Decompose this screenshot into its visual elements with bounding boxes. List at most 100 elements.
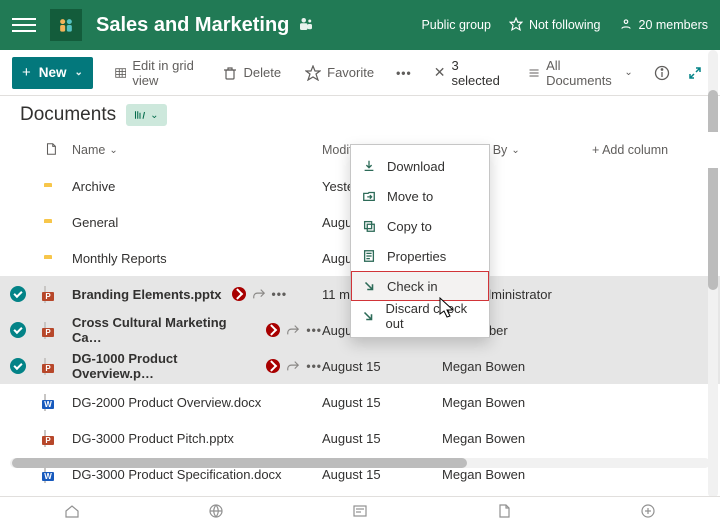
command-bar: + New ⌄ Edit in grid view Delete Favorit… bbox=[0, 50, 720, 96]
item-name[interactable]: Monthly Reports bbox=[72, 251, 167, 266]
files-tab[interactable] bbox=[496, 503, 512, 522]
file-icon bbox=[44, 142, 58, 156]
item-modified-by: Megan Bowen bbox=[442, 467, 592, 482]
menu-item-label: Properties bbox=[387, 249, 446, 264]
download-icon bbox=[361, 158, 377, 174]
name-column[interactable]: Name ⌄ bbox=[72, 143, 322, 157]
pptx-icon: P bbox=[44, 322, 46, 339]
clear-selection-icon[interactable]: ✕ bbox=[434, 64, 446, 81]
edit-grid-button[interactable]: Edit in grid view bbox=[105, 52, 208, 94]
item-modified-by: Megan Bowen bbox=[442, 395, 592, 410]
delete-button[interactable]: Delete bbox=[212, 59, 292, 87]
menu-item-properties[interactable]: Properties bbox=[351, 241, 489, 271]
public-group-label: Public group bbox=[421, 18, 491, 32]
expand-button[interactable] bbox=[681, 58, 708, 88]
checked-out-icon bbox=[266, 359, 280, 373]
site-logo[interactable] bbox=[50, 9, 82, 41]
item-name[interactable]: DG-3000 Product Specification.docx bbox=[72, 467, 282, 482]
people-icon bbox=[619, 17, 633, 34]
page-title: Documents bbox=[20, 104, 116, 126]
menu-item-label: Move to bbox=[387, 189, 433, 204]
home-icon bbox=[64, 503, 80, 519]
item-modified: August 15 bbox=[322, 395, 442, 410]
item-name[interactable]: General bbox=[72, 215, 118, 230]
menu-item-download[interactable]: Download bbox=[351, 151, 489, 181]
item-name[interactable]: DG-1000 Product Overview.p… bbox=[72, 351, 256, 381]
library-icon bbox=[134, 109, 146, 121]
news-tab[interactable] bbox=[352, 503, 368, 522]
list-icon bbox=[528, 66, 540, 80]
new-button[interactable]: + New ⌄ bbox=[12, 57, 93, 89]
check-icon[interactable] bbox=[10, 358, 26, 374]
properties-icon bbox=[361, 248, 377, 264]
expand-icon bbox=[687, 65, 703, 81]
list-item[interactable]: W DG-2000 Product Overview.docx August 1… bbox=[0, 384, 720, 420]
list-item[interactable]: P DG-3000 Product Pitch.pptx August 15 M… bbox=[0, 420, 720, 456]
item-name[interactable]: DG-3000 Product Pitch.pptx bbox=[72, 431, 234, 446]
share-icon[interactable] bbox=[252, 287, 266, 301]
follow-toggle[interactable]: Not following bbox=[509, 17, 601, 34]
item-modified: August 15 bbox=[322, 431, 442, 446]
site-title[interactable]: Sales and Marketing bbox=[96, 14, 289, 37]
info-pane-button[interactable] bbox=[649, 58, 676, 88]
plus-circle-icon bbox=[640, 503, 656, 519]
home-tab[interactable] bbox=[64, 503, 80, 522]
star-icon bbox=[509, 17, 523, 34]
overflow-menu-button[interactable]: ••• bbox=[388, 60, 420, 86]
row-overflow-icon[interactable]: ••• bbox=[306, 359, 322, 373]
teams-icon[interactable] bbox=[297, 15, 315, 36]
pptx-icon: P bbox=[44, 286, 46, 303]
sites-tab[interactable] bbox=[208, 503, 224, 522]
check-icon[interactable] bbox=[10, 286, 26, 302]
context-menu: Download Move to Copy to Properties Check in… bbox=[350, 144, 490, 338]
menu-item-moveto[interactable]: Move to bbox=[351, 181, 489, 211]
list-item[interactable]: W DG-3000 Product Specification.docx Aug… bbox=[0, 456, 720, 492]
view-selector[interactable]: All Documents ⌄ bbox=[518, 52, 643, 94]
item-name[interactable]: Cross Cultural Marketing Ca… bbox=[72, 315, 256, 345]
file-type-column[interactable] bbox=[44, 142, 72, 159]
news-icon bbox=[352, 503, 368, 519]
item-name[interactable]: DG-2000 Product Overview.docx bbox=[72, 395, 261, 410]
chevron-down-icon: ⌄ bbox=[109, 145, 117, 156]
plus-icon: + bbox=[22, 64, 31, 81]
list-item[interactable]: P DG-1000 Product Overview.p… ••• August… bbox=[0, 348, 720, 384]
item-modified-by: Megan Bowen bbox=[442, 359, 592, 374]
chevron-down-icon: ⌄ bbox=[150, 110, 158, 121]
checkin-icon bbox=[361, 278, 377, 294]
members-link[interactable]: 20 members bbox=[619, 17, 708, 34]
add-column-button[interactable]: + Add column bbox=[592, 143, 710, 157]
checked-out-icon bbox=[232, 287, 246, 301]
trash-icon bbox=[222, 65, 238, 81]
check-icon[interactable] bbox=[10, 322, 26, 338]
chevron-down-icon: ⌄ bbox=[511, 145, 519, 156]
favorite-button[interactable]: Favorite bbox=[295, 59, 384, 87]
docx-icon: W bbox=[44, 466, 46, 483]
view-pill[interactable]: ⌄ bbox=[126, 104, 166, 126]
item-modified: August 15 bbox=[322, 359, 442, 374]
checked-out-icon bbox=[266, 323, 280, 337]
app-bar bbox=[0, 496, 720, 528]
row-overflow-icon[interactable]: ••• bbox=[272, 287, 288, 301]
chevron-down-icon: ⌄ bbox=[75, 67, 83, 78]
item-name[interactable]: Archive bbox=[72, 179, 115, 194]
menu-item-copyto[interactable]: Copy to bbox=[351, 211, 489, 241]
add-tab[interactable] bbox=[640, 503, 656, 522]
row-overflow-icon[interactable]: ••• bbox=[306, 323, 322, 337]
item-name[interactable]: Branding Elements.pptx bbox=[72, 287, 222, 302]
item-modified-by: Megan Bowen bbox=[442, 431, 592, 446]
share-icon[interactable] bbox=[286, 323, 300, 337]
pptx-icon: P bbox=[44, 430, 46, 447]
menu-item-discard[interactable]: Discard check out bbox=[351, 301, 489, 331]
content-area: Documents ⌄ Name ⌄ Modified ⌄ Modified B… bbox=[0, 96, 720, 500]
menu-item-checkin[interactable]: Check in bbox=[351, 271, 489, 301]
copyto-icon bbox=[361, 218, 377, 234]
discard-icon bbox=[361, 308, 375, 324]
share-icon[interactable] bbox=[286, 359, 300, 373]
docx-icon: W bbox=[44, 394, 46, 411]
waffle-menu-icon[interactable] bbox=[12, 18, 36, 32]
globe-icon bbox=[208, 503, 224, 519]
item-modified: August 15 bbox=[322, 467, 442, 482]
menu-item-label: Copy to bbox=[387, 219, 432, 234]
menu-item-label: Download bbox=[387, 159, 445, 174]
menu-item-label: Discard check out bbox=[385, 301, 479, 331]
